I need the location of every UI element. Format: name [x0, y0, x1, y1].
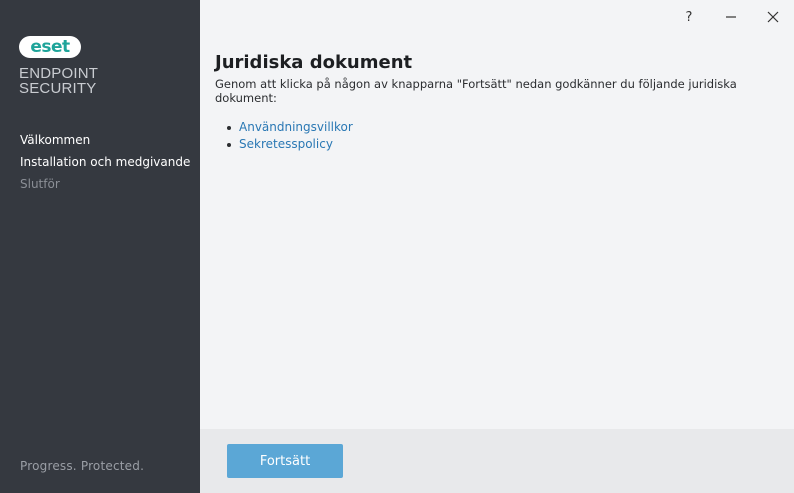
terms-of-use-link[interactable]: Användningsvillkor: [239, 120, 353, 134]
step-installation: Installation och medgivande: [20, 155, 191, 169]
intro-text: Genom att klicka på någon av knapparna "…: [215, 77, 737, 105]
page-title: Juridiska dokument: [215, 52, 413, 73]
installer-window: eset ENDPOINT SECURITY Välkommen Install…: [0, 0, 794, 493]
product-name-line1: ENDPOINT: [19, 65, 99, 82]
list-item: Användningsvillkor: [227, 119, 784, 136]
privacy-policy-link[interactable]: Sekretesspolicy: [239, 137, 333, 151]
continue-button[interactable]: Fortsätt: [227, 444, 343, 478]
install-steps: Välkommen Installation och medgivande Sl…: [20, 129, 190, 195]
sidebar: eset ENDPOINT SECURITY Välkommen Install…: [0, 0, 200, 493]
footer-bar: Fortsätt: [200, 429, 794, 493]
close-button[interactable]: [752, 0, 794, 34]
list-item: Sekretesspolicy: [227, 136, 784, 153]
legal-documents-list: Användningsvillkor Sekretesspolicy: [215, 119, 784, 153]
minimize-icon: [726, 16, 736, 18]
titlebar-controls: ?: [668, 0, 794, 34]
eset-logo-text: eset: [30, 37, 70, 57]
step-welcome: Välkommen: [20, 133, 91, 147]
close-icon: [767, 11, 779, 23]
tagline: Progress. Protected.: [20, 459, 145, 473]
main-panel: ? Juridiska dokument Genom att klicka på…: [200, 0, 794, 493]
content-area: Juridiska dokument Genom att klicka på n…: [215, 52, 784, 153]
help-icon: ?: [685, 9, 693, 25]
eset-logo: eset: [19, 36, 81, 58]
step-finish: Slutför: [20, 177, 60, 191]
eset-logo-badge: eset: [19, 36, 81, 58]
product-name: ENDPOINT SECURITY: [19, 66, 98, 96]
help-button[interactable]: ?: [668, 0, 710, 34]
product-name-line2: SECURITY: [19, 80, 97, 97]
minimize-button[interactable]: [710, 0, 752, 34]
